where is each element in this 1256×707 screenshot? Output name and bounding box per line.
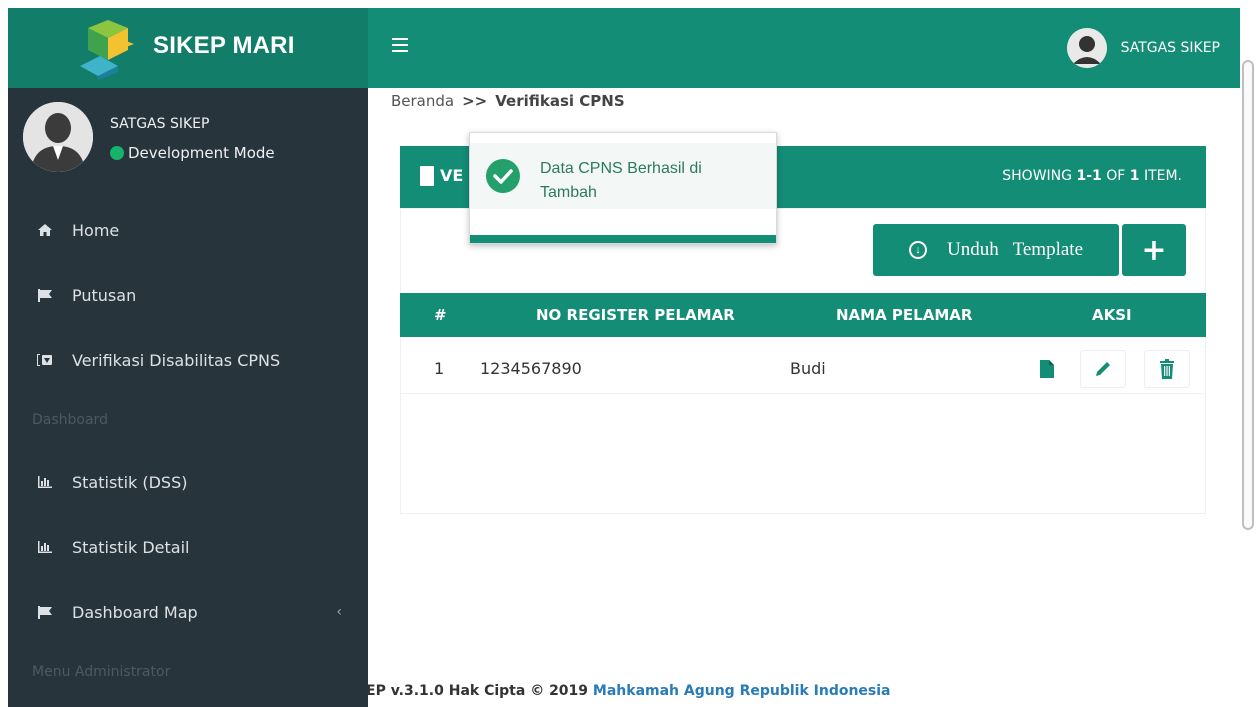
trash-icon <box>1160 359 1174 379</box>
id-card-icon <box>36 352 54 368</box>
flag-icon <box>36 604 54 620</box>
sidebar-item-label: Home <box>72 220 120 240</box>
showing-prefix: SHOWING <box>1002 168 1072 184</box>
cell-no: 1 <box>434 359 445 378</box>
breadcrumb-home[interactable]: Beranda <box>391 92 454 110</box>
sidebar-item-home[interactable]: Home <box>8 210 368 250</box>
showing-total: 1 <box>1129 168 1140 184</box>
download-icon: ↓ <box>908 241 927 259</box>
user-avatar-icon <box>1066 28 1107 68</box>
sidebar-item-putusan[interactable]: Putusan <box>8 275 368 315</box>
file-icon <box>1040 360 1054 378</box>
footer-version: EP v.3.1.0 Hak Cipta © 2019 <box>366 683 589 699</box>
sidebar-item-label: Verifikasi Disabilitas CPNS <box>72 350 281 370</box>
sidebar-item-verifikasi[interactable]: Verifikasi Disabilitas CPNS <box>8 340 368 380</box>
box-title: VE <box>440 166 464 185</box>
status-dot-icon <box>110 146 124 160</box>
sidebar-item-label: Statistik (DSS) <box>72 472 188 492</box>
bar-chart-icon <box>36 474 54 490</box>
col-header-aksi: AKSI <box>1092 306 1132 324</box>
showing-of: OF <box>1106 168 1126 184</box>
showing-suffix: ITEM. <box>1143 168 1182 184</box>
menu-header-admin: Menu Administrator <box>32 664 171 680</box>
avatar <box>23 102 93 172</box>
toast-progress-bar <box>470 235 776 243</box>
view-file-button[interactable] <box>1024 350 1070 388</box>
avatar <box>1066 28 1107 68</box>
toast-message: Data CPNS Berhasil di Tambah <box>540 160 702 201</box>
success-toast[interactable]: Data CPNS Berhasil di Tambah <box>469 132 777 244</box>
table-header: # NO REGISTER PELAMAR NAMA PELAMAR AKSI <box>400 293 1206 337</box>
pencil-icon <box>1096 362 1110 376</box>
pagination-summary: SHOWING 1-1 OF 1 ITEM. <box>1002 168 1182 184</box>
cell-nama: Budi <box>790 359 826 378</box>
breadcrumb-current: Verifikasi CPNS <box>495 92 625 110</box>
col-header-nama: NAMA PELAMAR <box>836 306 973 324</box>
check-circle-icon <box>486 159 520 193</box>
footer: EP v.3.1.0 Hak Cipta © 2019 Mahkamah Agu… <box>366 683 891 699</box>
sidebar-item-statistik-dss[interactable]: Statistik (DSS) <box>8 462 368 502</box>
cell-register: 1234567890 <box>480 359 582 378</box>
sidebar-item-statistik-detail[interactable]: Statistik Detail <box>8 527 368 567</box>
flag-icon <box>36 287 54 303</box>
user-menu[interactable]: SATGAS SIKEP <box>1066 28 1220 68</box>
delete-button[interactable] <box>1144 350 1190 388</box>
profile-mode-label: Development Mode <box>128 144 275 162</box>
sidebar-item-label: Statistik Detail <box>72 537 190 557</box>
home-icon <box>36 222 54 238</box>
logo-area[interactable]: SIKEP MARI <box>8 8 368 88</box>
book-icon <box>420 166 434 186</box>
bar-chart-icon <box>36 539 54 555</box>
breadcrumb: Beranda >> Verifikasi CPNS <box>391 92 625 110</box>
download-template-button[interactable]: ↓ Unduh Template <box>873 224 1119 276</box>
col-header-register: NO REGISTER PELAMAR <box>536 306 735 324</box>
sidebar: SATGAS SIKEP Development Mode Home Putus… <box>8 88 368 707</box>
logo-icon <box>80 20 134 80</box>
page-scrollbar-thumb[interactable] <box>1242 60 1254 530</box>
menu-toggle-icon[interactable] <box>392 38 408 56</box>
sidebar-item-label: Dashboard Map <box>72 602 198 622</box>
app-title: SIKEP MARI <box>153 32 295 59</box>
top-header: SIKEP MARI SATGAS SIKEP <box>8 8 1240 88</box>
footer-org-link[interactable]: Mahkamah Agung Republik Indonesia <box>593 683 891 699</box>
app-frame: SIKEP MARI SATGAS SIKEP SATGAS SIKEP Dev… <box>8 8 1240 707</box>
chevron-left-icon[interactable]: ‹ <box>336 604 342 620</box>
sidebar-profile: SATGAS SIKEP Development Mode <box>23 102 353 182</box>
profile-name: SATGAS SIKEP <box>110 116 210 132</box>
sidebar-item-dashboard-map[interactable]: Dashboard Map ‹ <box>8 592 368 632</box>
download-template-label: Unduh Template <box>946 239 1084 260</box>
header-user-name: SATGAS SIKEP <box>1120 40 1220 56</box>
showing-range: 1-1 <box>1076 168 1102 184</box>
menu-header-dashboard: Dashboard <box>32 412 108 428</box>
toast-content: Data CPNS Berhasil di Tambah <box>470 143 776 209</box>
col-header-no: # <box>434 306 447 324</box>
add-button[interactable]: + <box>1122 224 1186 276</box>
sidebar-item-label: Putusan <box>72 285 137 305</box>
profile-mode: Development Mode <box>110 144 275 162</box>
breadcrumb-separator: >> <box>462 92 488 110</box>
user-avatar-icon <box>23 102 93 172</box>
edit-button[interactable] <box>1080 350 1126 388</box>
table-row: 1 1234567890 Budi <box>400 344 1206 394</box>
